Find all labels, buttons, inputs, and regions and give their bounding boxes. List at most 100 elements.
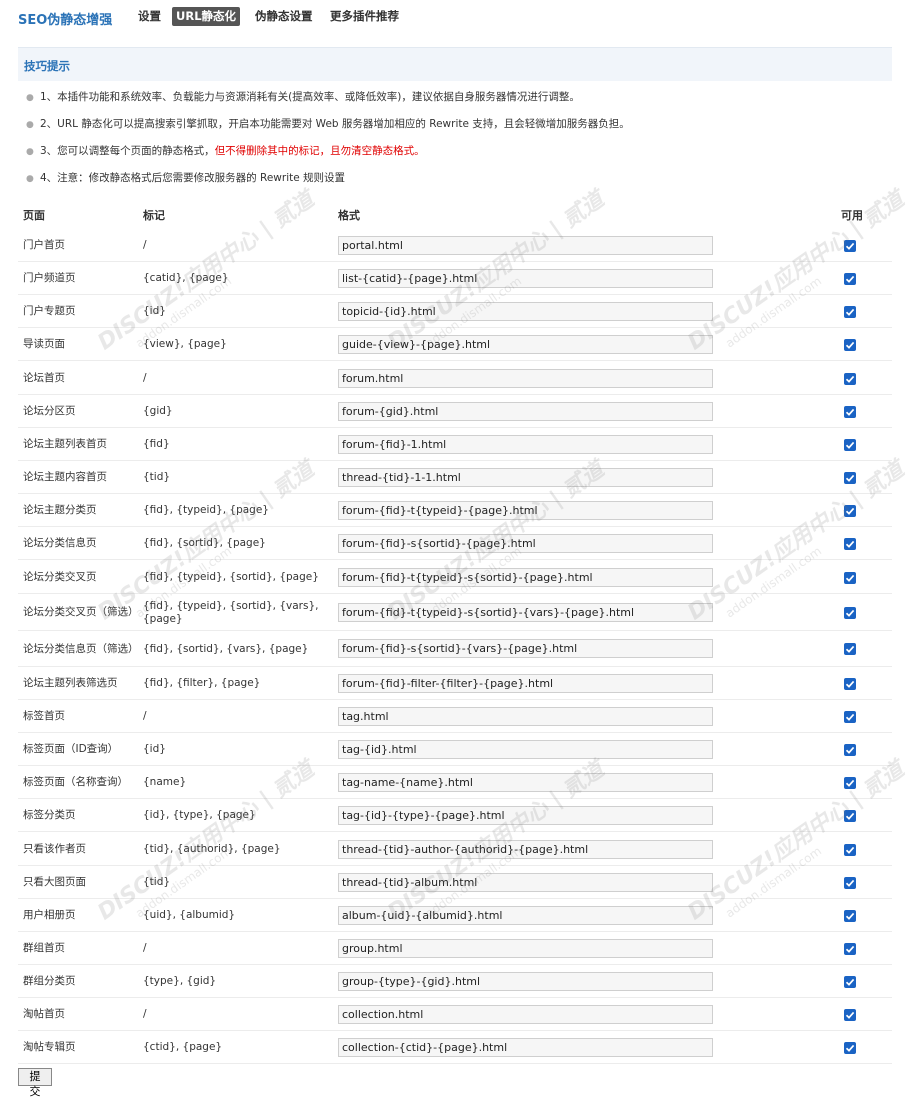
format-input[interactable] — [338, 805, 713, 825]
format-input[interactable] — [338, 301, 713, 321]
check-icon — [845, 645, 855, 653]
enabled-checkbox[interactable] — [844, 710, 856, 723]
enabled-checkbox[interactable] — [844, 571, 856, 584]
page-name: 论坛分类交叉页（筛选） — [23, 606, 139, 618]
format-input[interactable] — [338, 368, 713, 388]
tab-more-plugins[interactable]: 更多插件推荐 — [330, 7, 399, 26]
enabled-checkbox[interactable] — [844, 305, 856, 318]
enabled-checkbox[interactable] — [844, 876, 856, 889]
enabled-checkbox[interactable] — [844, 405, 856, 418]
page-mark: {fid}, {typeid}, {page} — [143, 504, 269, 516]
page-name: 只看该作者页 — [23, 843, 86, 855]
page-name: 论坛主题分类页 — [23, 504, 97, 516]
table-row: 只看该作者页 {tid}, {authorid}, {page} — [18, 833, 892, 866]
page-name: 论坛主题列表首页 — [23, 438, 107, 450]
page-name: 论坛分类信息页 — [23, 537, 97, 549]
enabled-checkbox[interactable] — [844, 504, 856, 517]
enabled-checkbox[interactable] — [844, 372, 856, 385]
enabled-checkbox[interactable] — [844, 843, 856, 856]
format-input[interactable] — [338, 401, 713, 421]
tab-settings[interactable]: 设置 — [138, 7, 161, 26]
page-name: 导读页面 — [23, 338, 65, 350]
format-input[interactable] — [338, 839, 713, 859]
page-mark: {view}, {page} — [143, 338, 227, 350]
check-icon — [845, 474, 855, 482]
page-mark: {id} — [143, 743, 166, 755]
format-input[interactable] — [338, 938, 713, 958]
table-row: 门户首页 / — [18, 229, 892, 262]
plugin-title: SEO伪静态增强 — [18, 13, 113, 28]
enabled-checkbox[interactable] — [844, 909, 856, 922]
enabled-checkbox[interactable] — [844, 537, 856, 550]
page-mark: {fid}, {sortid}, {page} — [143, 537, 266, 549]
enabled-checkbox[interactable] — [844, 1008, 856, 1021]
enabled-checkbox[interactable] — [844, 975, 856, 988]
page-mark: / — [143, 710, 147, 722]
enabled-checkbox[interactable] — [844, 743, 856, 756]
enabled-checkbox[interactable] — [844, 606, 856, 619]
enabled-checkbox[interactable] — [844, 471, 856, 484]
table-row: 淘帖专辑页 {ctid}, {page} — [18, 1031, 892, 1064]
format-input[interactable] — [338, 467, 713, 487]
table-row: 论坛分类交叉页（筛选） {fid}, {typeid}, {sortid}, {v… — [18, 594, 892, 631]
format-input[interactable] — [338, 1037, 713, 1057]
format-input[interactable] — [338, 706, 713, 726]
table-row: 标签首页 / — [18, 700, 892, 733]
format-input[interactable] — [338, 235, 713, 255]
table-row: 群组分类页 {type}, {gid} — [18, 965, 892, 998]
format-input[interactable] — [338, 772, 713, 792]
page-mark: / — [143, 239, 147, 251]
table-row: 标签页面（ID查询） {id} — [18, 733, 892, 766]
page-name: 论坛分类交叉页 — [23, 571, 97, 583]
page-mark: {fid}, {filter}, {page} — [143, 677, 261, 689]
format-input[interactable] — [338, 872, 713, 892]
check-icon — [845, 540, 855, 548]
format-input[interactable] — [338, 971, 713, 991]
enabled-checkbox[interactable] — [844, 272, 856, 285]
check-icon — [845, 574, 855, 582]
page-name: 群组首页 — [23, 942, 65, 954]
format-input[interactable] — [338, 268, 713, 288]
enabled-checkbox[interactable] — [844, 1041, 856, 1054]
page-mark: / — [143, 942, 147, 954]
enabled-checkbox[interactable] — [844, 239, 856, 252]
tip-2: ● 2、URL 静态化可以提高搜索引擎抓取，开启本功能需要对 Web 服务器增加相… — [26, 116, 630, 131]
format-input[interactable] — [338, 602, 713, 622]
table-row: 只看大图页面 {tid} — [18, 866, 892, 899]
table-row: 论坛分类信息页（筛选） {fid}, {sortid}, {vars}, {pag… — [18, 631, 892, 667]
page-mark: / — [143, 372, 147, 384]
format-input[interactable] — [338, 639, 713, 658]
tab-url-static[interactable]: URL静态化 — [172, 7, 241, 26]
format-input[interactable] — [338, 905, 713, 925]
enabled-checkbox[interactable] — [844, 438, 856, 451]
tab-rewrite-settings[interactable]: 伪静态设置 — [255, 7, 313, 26]
tip-text: 2、URL 静态化可以提高搜索引擎抓取，开启本功能需要对 Web 服务器增加相应… — [40, 118, 630, 130]
bullet-icon: ● — [26, 147, 34, 157]
format-input[interactable] — [338, 334, 713, 354]
check-icon — [845, 375, 855, 383]
check-icon — [845, 912, 855, 920]
enabled-checkbox[interactable] — [844, 776, 856, 789]
format-input[interactable] — [338, 567, 713, 587]
format-input[interactable] — [338, 673, 713, 693]
table-row: 论坛分区页 {gid} — [18, 395, 892, 428]
enabled-checkbox[interactable] — [844, 677, 856, 690]
submit-button[interactable]: 提交 — [18, 1068, 52, 1098]
enabled-checkbox[interactable] — [844, 643, 856, 655]
format-input[interactable] — [338, 533, 713, 553]
enabled-checkbox[interactable] — [844, 338, 856, 351]
enabled-checkbox[interactable] — [844, 942, 856, 955]
table-row: 标签页面（名称查询） {name} — [18, 766, 892, 799]
format-input[interactable] — [338, 434, 713, 454]
tip-4: ● 4、注意：修改静态格式后您需要修改服务器的 Rewrite 规则设置 — [26, 170, 345, 185]
enabled-checkbox[interactable] — [844, 809, 856, 822]
format-input[interactable] — [338, 1004, 713, 1024]
bullet-icon: ● — [26, 120, 34, 130]
format-input[interactable] — [338, 500, 713, 520]
table-row: 论坛分类交叉页 {fid}, {typeid}, {sortid}, {page} — [18, 561, 892, 594]
format-input[interactable] — [338, 739, 713, 759]
top-bar: SEO伪静态增强 设置 URL静态化 伪静态设置 更多插件推荐 — [0, 0, 910, 34]
page-name: 淘帖专辑页 — [23, 1041, 76, 1053]
table-row: 论坛分类信息页 {fid}, {sortid}, {page} — [18, 527, 892, 560]
check-icon — [845, 242, 855, 250]
